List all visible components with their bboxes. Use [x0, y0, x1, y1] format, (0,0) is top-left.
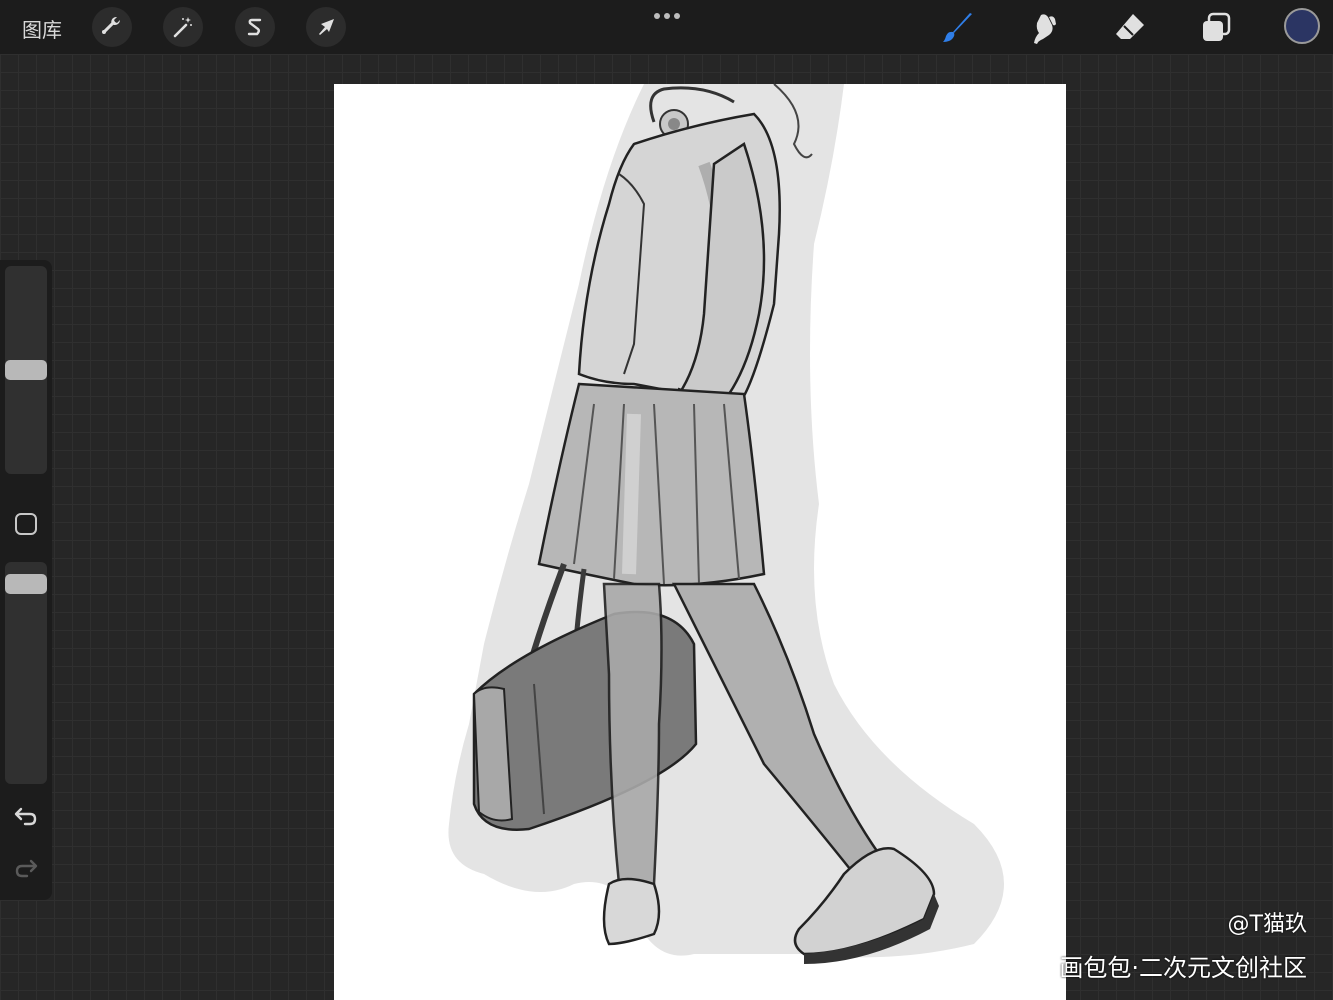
actions-button[interactable] [92, 7, 132, 47]
selection-s-icon [247, 18, 262, 36]
watermark-user: @T猫玖 [1227, 912, 1307, 937]
redo-icon[interactable] [13, 855, 39, 881]
gallery-button[interactable]: 图库 [22, 14, 62, 43]
color-picker-button[interactable] [1284, 8, 1320, 44]
layers-button[interactable] [1196, 8, 1236, 48]
adjustments-button[interactable] [163, 7, 203, 47]
brush-icon [943, 13, 972, 42]
magic-wand-icon [173, 17, 192, 38]
opacity-slider[interactable] [5, 562, 47, 784]
brush-size-thumb[interactable] [5, 360, 47, 380]
layers-icon [1203, 12, 1231, 41]
ellipsis-icon[interactable] [652, 10, 682, 22]
eraser-icon [1116, 14, 1144, 39]
brush-tool-button[interactable] [938, 8, 978, 48]
eraser-tool-button[interactable] [1110, 8, 1150, 48]
smudge-tool-button[interactable] [1024, 8, 1064, 48]
wrench-icon [102, 16, 120, 34]
opacity-thumb[interactable] [5, 574, 47, 595]
artwork-illustration [448, 84, 1004, 964]
modify-button[interactable] [15, 513, 37, 535]
smudge-icon [1034, 14, 1056, 45]
selection-button[interactable] [235, 7, 275, 47]
arrow-cursor-icon [319, 19, 334, 35]
watermark-site: 画包包·二次元文创社区 [1059, 954, 1307, 982]
drawing-canvas[interactable] [334, 84, 1066, 1000]
transform-button[interactable] [306, 7, 346, 47]
top-toolbar: 图库 [0, 0, 1333, 54]
undo-icon[interactable] [13, 803, 39, 829]
